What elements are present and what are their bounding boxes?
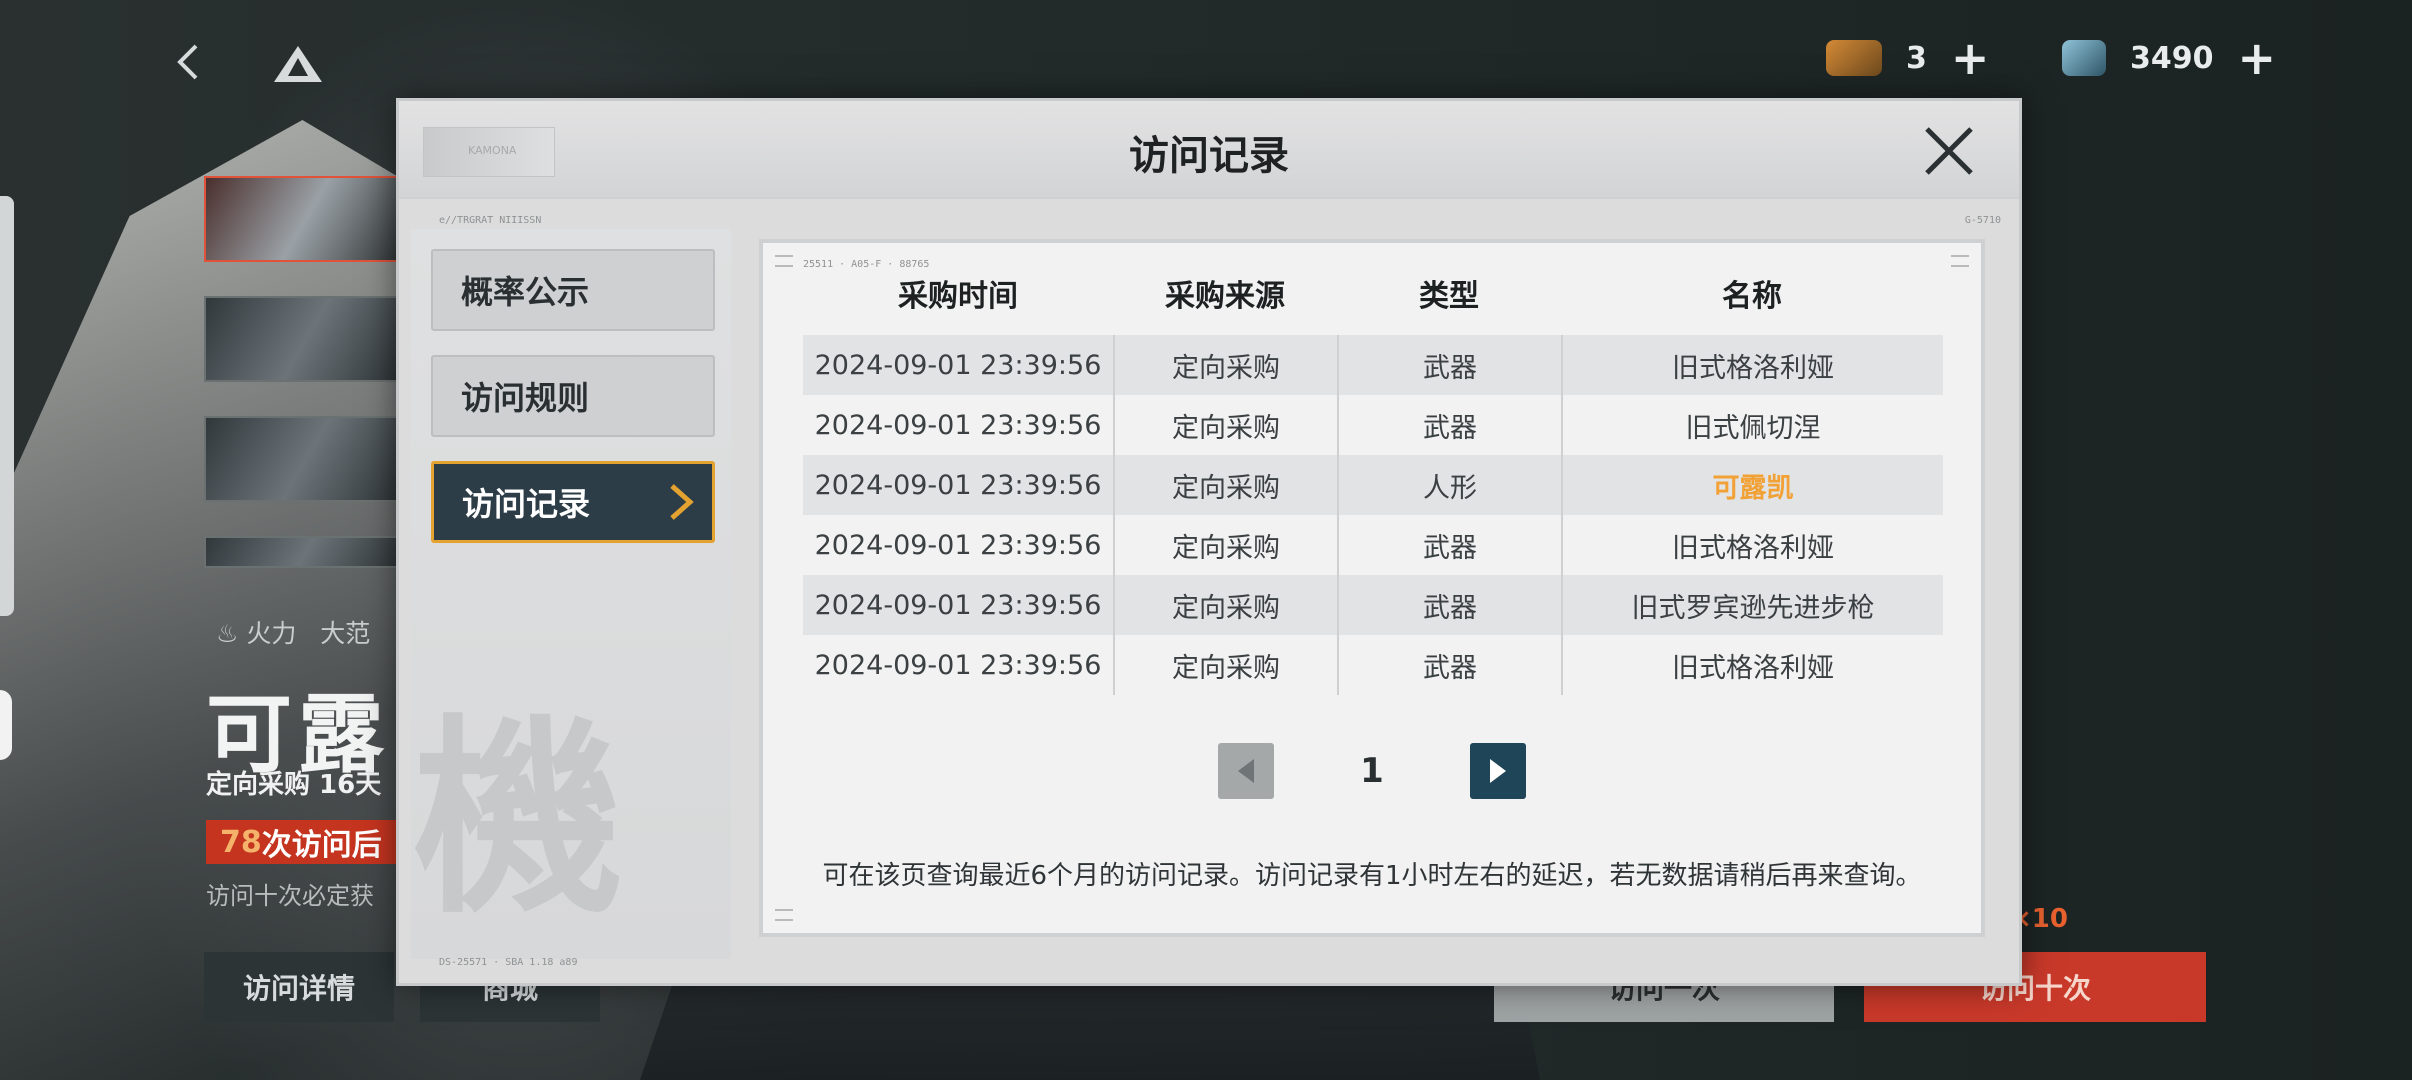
cell-name: 旧式罗宾逊先进步枪 xyxy=(1561,575,1943,635)
banner-thumb[interactable] xyxy=(204,176,408,262)
guarantee-note: 访问十次必定获 xyxy=(206,882,374,910)
page-number: 1 xyxy=(1360,751,1384,791)
table-row: 2024-09-01 23:39:56 定向采购 武器 旧式佩切涅 xyxy=(803,395,1943,455)
resource-crystal: 3490 + xyxy=(2062,35,2277,81)
cell-name-highlight: 可露凯 xyxy=(1561,455,1943,515)
footer-code: DS-25571 · SBA 1.18 a89 xyxy=(439,957,578,968)
home-logo-icon[interactable] xyxy=(272,44,324,84)
visit-record-dialog: KAMONA 访问记录 e//TRGRAT NIIISSN G-5710 機 概… xyxy=(396,98,2022,986)
cell-type: 武器 xyxy=(1337,575,1561,635)
triangle-right-icon xyxy=(1490,759,1506,783)
cell-time: 2024-09-01 23:39:56 xyxy=(814,529,1102,561)
cell-time: 2024-09-01 23:39:56 xyxy=(814,469,1102,501)
cell-time: 2024-09-01 23:39:56 xyxy=(814,589,1102,621)
add-ticket-button[interactable]: + xyxy=(1951,35,1990,81)
side-toggle[interactable] xyxy=(0,690,12,760)
menu-item-records[interactable]: 访问记录 xyxy=(431,461,715,543)
corner-mark xyxy=(775,255,793,267)
cell-type: 武器 xyxy=(1337,515,1561,575)
cell-source: 定向采购 xyxy=(1113,395,1337,455)
table-row: 2024-09-01 23:39:56 定向采购 人形 可露凯 xyxy=(803,455,1943,515)
crystal-icon xyxy=(2062,40,2106,76)
side-menu: 機 概率公示 访问规则 访问记录 xyxy=(411,229,731,959)
table-row: 2024-09-01 23:39:56 定向采购 武器 旧式罗宾逊先进步枪 xyxy=(803,575,1943,635)
header-source: 采购来源 xyxy=(1165,279,1285,314)
cell-source: 定向采购 xyxy=(1113,335,1337,395)
cell-type: 武器 xyxy=(1337,395,1561,455)
cell-name: 旧式格洛利娅 xyxy=(1561,335,1943,395)
cell-time: 2024-09-01 23:39:56 xyxy=(814,349,1102,381)
corner-mark xyxy=(775,909,793,921)
add-crystal-button[interactable]: + xyxy=(2238,35,2277,81)
dialog-header: KAMONA 访问记录 xyxy=(399,101,2019,199)
character-tags: ♨ 火力 大范 xyxy=(216,614,370,650)
banner-thumb[interactable] xyxy=(204,536,408,568)
header-time: 采购时间 xyxy=(898,279,1018,314)
banner-subtitle: 定向采购 16天 xyxy=(206,770,382,800)
close-icon[interactable] xyxy=(1919,121,1979,181)
promo-number: 78 xyxy=(220,824,262,860)
pagination: 1 xyxy=(763,743,1981,799)
cell-name: 旧式格洛利娅 xyxy=(1561,515,1943,575)
menu-item-label: 访问记录 xyxy=(462,485,591,523)
visit-details-button[interactable]: 访问详情 xyxy=(204,952,394,1022)
menu-item-label: 访问规则 xyxy=(461,379,590,417)
ticket-count: 3 xyxy=(1906,40,1927,76)
back-icon[interactable] xyxy=(170,42,210,82)
cell-name: 旧式格洛利娅 xyxy=(1561,635,1943,695)
side-tab[interactable] xyxy=(0,196,14,616)
stamp-code: 25511 · A05-F · 88765 xyxy=(803,259,930,270)
header-name: 名称 xyxy=(1722,279,1782,314)
records-note: 可在该页查询最近6个月的访问记录。访问记录有1小时左右的延迟，若无数据请稍后再来… xyxy=(822,861,1922,891)
banner-thumbnails xyxy=(204,176,414,602)
cell-source: 定向采购 xyxy=(1113,575,1337,635)
cell-source: 定向采购 xyxy=(1113,455,1337,515)
header-type: 类型 xyxy=(1419,279,1479,314)
cell-type: 武器 xyxy=(1337,635,1561,695)
records-table: 2024-09-01 23:39:56 定向采购 武器 旧式格洛利娅 2024-… xyxy=(803,335,1943,695)
cell-source: 定向采购 xyxy=(1113,515,1337,575)
watermark-glyph: 機 xyxy=(413,695,624,942)
banner-thumb[interactable] xyxy=(204,416,408,502)
fire-icon: ♨ xyxy=(216,619,239,648)
next-page-button[interactable] xyxy=(1470,743,1526,799)
dialog-title: 访问记录 xyxy=(1129,133,1289,179)
cell-time: 2024-09-01 23:39:56 xyxy=(814,409,1102,441)
resource-ticket: 3 + xyxy=(1826,35,1990,81)
cell-name: 旧式佩切涅 xyxy=(1561,395,1943,455)
menu-item-probability[interactable]: 概率公示 xyxy=(431,249,715,331)
ticket-icon xyxy=(1826,40,1882,76)
cell-type: 人形 xyxy=(1337,455,1561,515)
header-code-left: e//TRGRAT NIIISSN xyxy=(439,215,542,226)
corner-mark xyxy=(1951,255,1969,267)
element-tag: 火力 xyxy=(246,619,297,648)
cell-time: 2024-09-01 23:39:56 xyxy=(814,649,1102,681)
header-code-right: G-5710 xyxy=(1964,215,2001,226)
promo-text: 次访问后 xyxy=(261,828,382,863)
table-row: 2024-09-01 23:39:56 定向采购 武器 旧式格洛利娅 xyxy=(803,335,1943,395)
cell-source: 定向采购 xyxy=(1113,635,1337,695)
cell-type: 武器 xyxy=(1337,335,1561,395)
triangle-left-icon xyxy=(1238,759,1254,783)
range-tag: 大范 xyxy=(320,619,371,648)
table-row: 2024-09-01 23:39:56 定向采购 武器 旧式格洛利娅 xyxy=(803,635,1943,695)
menu-item-label: 概率公示 xyxy=(461,273,590,311)
crystal-count: 3490 xyxy=(2130,40,2214,76)
banner-thumb[interactable] xyxy=(204,296,408,382)
chevron-right-icon xyxy=(666,482,696,522)
table-header: 采购时间 采购来源 类型 名称 xyxy=(803,271,1943,315)
table-row: 2024-09-01 23:39:56 定向采购 武器 旧式格洛利娅 xyxy=(803,515,1943,575)
records-panel: 25511 · A05-F · 88765 采购时间 采购来源 类型 名称 20… xyxy=(759,239,1985,937)
promo-badge: 78 次访问后 xyxy=(206,820,396,864)
prev-page-button[interactable] xyxy=(1218,743,1274,799)
menu-item-rules[interactable]: 访问规则 xyxy=(431,355,715,437)
